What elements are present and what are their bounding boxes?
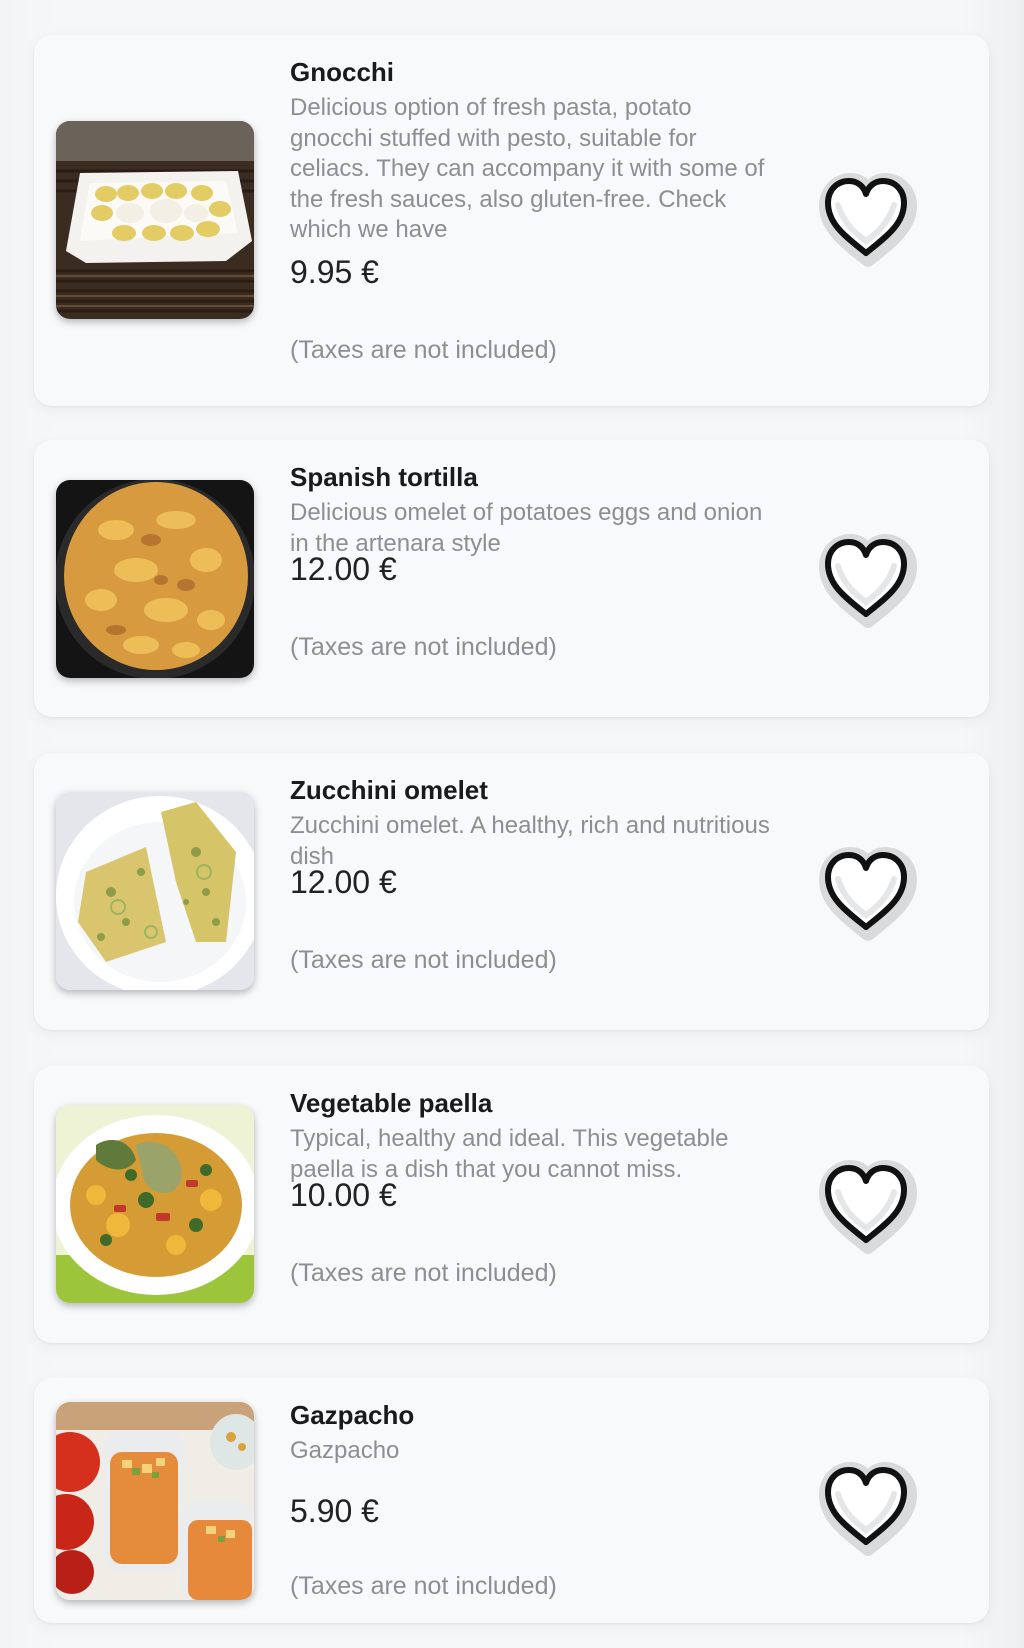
menu-item-card[interactable]: Zucchini omelet Zucchini omelet. A healt…	[34, 753, 989, 1030]
menu-item-card[interactable]: Gnocchi Delicious option of fresh pasta,…	[34, 35, 989, 406]
heart-icon	[819, 1160, 917, 1254]
item-description: Delicious option of fresh pasta, potato …	[290, 94, 765, 243]
item-description: Typical, healthy and ideal. This vegetab…	[290, 1125, 729, 1183]
heart-icon	[819, 847, 917, 941]
dish-photo-spanish-tortilla	[56, 480, 254, 678]
favorite-button[interactable]	[814, 1454, 918, 1558]
favorite-button[interactable]	[814, 839, 918, 943]
dish-photo-vegetable-paella	[56, 1105, 254, 1303]
item-name: Gazpacho	[290, 1400, 415, 1430]
favorite-button[interactable]	[814, 165, 918, 269]
item-name: Spanish tortilla	[290, 462, 478, 492]
item-description: Gazpacho	[290, 1437, 400, 1464]
item-name: Gnocchi	[290, 57, 395, 87]
dish-photo-gnocchi	[56, 121, 254, 319]
menu-item-card[interactable]: Gazpacho Gazpacho 5.90 € (Taxes are not …	[34, 1378, 989, 1623]
item-name: Zucchini omelet	[290, 775, 488, 805]
item-name: Vegetable paella	[290, 1088, 493, 1118]
menu-item-card[interactable]: Spanish tortilla Delicious omelet of pot…	[34, 440, 989, 717]
item-price: 12.00 €	[290, 864, 397, 900]
item-description: Delicious omelet of potatoes eggs and on…	[290, 499, 763, 557]
dish-photo-zucchini-omelet	[56, 792, 254, 990]
favorite-button[interactable]	[814, 526, 918, 630]
heart-icon	[819, 1462, 917, 1556]
heart-icon	[819, 173, 917, 267]
item-price: 12.00 €	[290, 551, 397, 587]
taxes-note: (Taxes are not included)	[290, 336, 557, 364]
item-price: 9.95 €	[290, 254, 379, 290]
dish-photo-gazpacho	[56, 1402, 254, 1600]
heart-icon	[819, 534, 917, 628]
item-price: 10.00 €	[290, 1177, 397, 1213]
item-description: Zucchini omelet. A healthy, rich and nut…	[290, 812, 770, 870]
taxes-note: (Taxes are not included)	[290, 1259, 557, 1287]
item-price: 5.90 €	[290, 1493, 379, 1529]
taxes-note: (Taxes are not included)	[290, 946, 557, 974]
favorite-button[interactable]	[814, 1152, 918, 1256]
taxes-note: (Taxes are not included)	[290, 1572, 557, 1600]
menu-page: Gnocchi Delicious option of fresh pasta,…	[0, 0, 1024, 1648]
menu-item-card[interactable]: Vegetable paella Typical, healthy and id…	[34, 1066, 989, 1343]
taxes-note: (Taxes are not included)	[290, 633, 557, 661]
